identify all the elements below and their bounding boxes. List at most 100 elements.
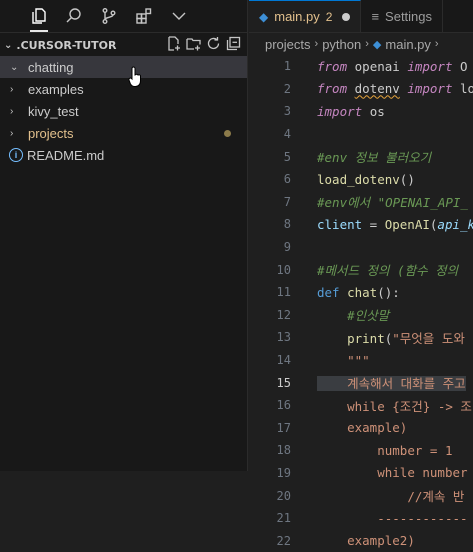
line-number: 15 [276, 375, 291, 390]
code-string: ------------ [377, 510, 468, 526]
source-control-icon[interactable] [98, 0, 120, 32]
chevron-right-icon: › [434, 38, 439, 50]
tree-folder-projects[interactable]: › projects [0, 122, 247, 144]
line-number: 11 [276, 285, 291, 300]
line-number: 13 [276, 330, 291, 345]
activity-bar [0, 0, 247, 33]
tree-folder-chatting[interactable]: ⌄ chatting [0, 56, 247, 78]
code-comment: #인삿말 [347, 308, 390, 324]
tree-folder-kivy-test[interactable]: › kivy_test [0, 100, 247, 122]
code-string: number = 1 [377, 442, 453, 458]
breadcrumb-item[interactable]: python [322, 37, 361, 52]
code-token: lo [460, 81, 473, 97]
code-string: //계속 반 [407, 489, 465, 505]
line-number: 5 [283, 149, 291, 164]
line-number: 10 [276, 262, 291, 277]
code-token: dotenv [354, 81, 400, 97]
refresh-icon[interactable] [206, 36, 221, 54]
code-token: openai [354, 58, 400, 74]
new-folder-icon[interactable] [186, 36, 201, 54]
chevron-right-icon: › [10, 127, 14, 139]
workspace-title: .CURSOR-TUTOR [16, 38, 117, 52]
line-number: 7 [283, 194, 291, 209]
info-icon: i [9, 148, 23, 162]
tree-item-label: examples [28, 81, 84, 97]
line-number: 16 [276, 398, 291, 413]
line-number: 22 [276, 533, 291, 548]
code-comment: #env에서 "OPENAI_API_ [317, 195, 468, 211]
problem-count: 2 [325, 9, 333, 24]
code-token: import [407, 58, 453, 74]
code-string: 계속해서 대화를 주고 [347, 376, 466, 392]
line-number: 2 [283, 81, 291, 96]
line-number: 4 [283, 127, 291, 142]
tree-item-label: README.md [27, 147, 105, 163]
tab-label: main.py [274, 9, 320, 24]
line-number: 17 [276, 420, 291, 435]
tab-bar: ◆ main.py 2 ≡ Settings [249, 0, 473, 33]
collapse-all-icon[interactable] [226, 36, 241, 54]
tree-folder-examples[interactable]: › examples [0, 78, 247, 100]
sidebar: ⌄ .CURSOR-TUTOR ⌄ chatting › examples › … [0, 0, 248, 471]
line-number: 3 [283, 104, 291, 119]
search-icon[interactable] [63, 0, 85, 32]
code-token: () [399, 171, 415, 187]
tab-label: Settings [385, 8, 433, 24]
chevron-down-icon: ⌄ [10, 61, 19, 73]
modified-dot-icon [224, 129, 231, 137]
editor: ◆ main.py 2 ≡ Settings projects › python… [249, 0, 473, 548]
tree-item-label: kivy_test [28, 103, 79, 119]
code-string: example2) [347, 533, 415, 549]
line-number: 12 [276, 307, 291, 322]
code-string: """ [347, 352, 370, 368]
code-string: "무엇을 도와 [392, 330, 465, 346]
breadcrumb: projects › python › ◆ main.py › [249, 33, 473, 55]
code-token: load_dotenv [317, 171, 400, 187]
code-token: client [317, 216, 363, 232]
line-number: 21 [276, 511, 291, 526]
code-token: os [369, 103, 385, 119]
extensions-icon[interactable] [133, 0, 155, 32]
tree-item-label: chatting [28, 59, 74, 75]
code-token: chat [347, 284, 378, 300]
code-editor[interactable]: 1 from openai import O 2 from dotenv impor… [249, 55, 473, 552]
files-icon[interactable] [28, 0, 50, 32]
line-number: 9 [283, 240, 291, 255]
line-number: 20 [276, 488, 291, 503]
code-string: while number [377, 465, 468, 481]
line-number: 1 [283, 59, 291, 74]
tree-item-label: projects [28, 125, 74, 141]
code-token: from [317, 58, 348, 74]
line-number: 19 [276, 465, 291, 480]
explorer-header[interactable]: ⌄ .CURSOR-TUTOR [0, 34, 247, 56]
tree-file-readme[interactable]: i README.md [0, 144, 247, 166]
tab-main-py[interactable]: ◆ main.py 2 [249, 0, 362, 32]
code-token: import [407, 81, 453, 97]
python-file-icon: ◆ [259, 9, 269, 24]
tab-settings[interactable]: ≡ Settings [361, 0, 444, 32]
breadcrumb-item[interactable]: projects [265, 37, 311, 52]
python-file-icon: ◆ [372, 38, 382, 51]
chevron-down-icon: ⌄ [4, 39, 13, 51]
list-icon: ≡ [371, 8, 380, 24]
code-token: from [317, 81, 348, 97]
line-number: 14 [276, 353, 291, 368]
chevron-right-icon: › [314, 38, 319, 50]
code-string: while {조건} -> 조 [347, 398, 472, 414]
code-string: example) [347, 420, 408, 436]
line-number: 6 [283, 172, 291, 187]
unsaved-dot-icon[interactable] [342, 12, 351, 21]
code-token: (): [377, 284, 400, 300]
mouse-pointer-icon [128, 66, 141, 87]
chevron-right-icon: › [365, 38, 369, 50]
code-token: import [317, 103, 363, 119]
new-file-icon[interactable] [166, 36, 181, 54]
chevron-down-icon[interactable] [168, 0, 190, 32]
code-token: OpenAI [384, 216, 430, 232]
breadcrumb-item[interactable]: main.py [385, 37, 431, 52]
code-token: = [362, 216, 385, 232]
code-token: print [347, 330, 385, 346]
code-comment: #메서드 정의 (함수 정의 [317, 263, 459, 279]
line-number: 8 [283, 217, 291, 232]
code-comment: #env 정보 불러오기 [317, 150, 432, 166]
